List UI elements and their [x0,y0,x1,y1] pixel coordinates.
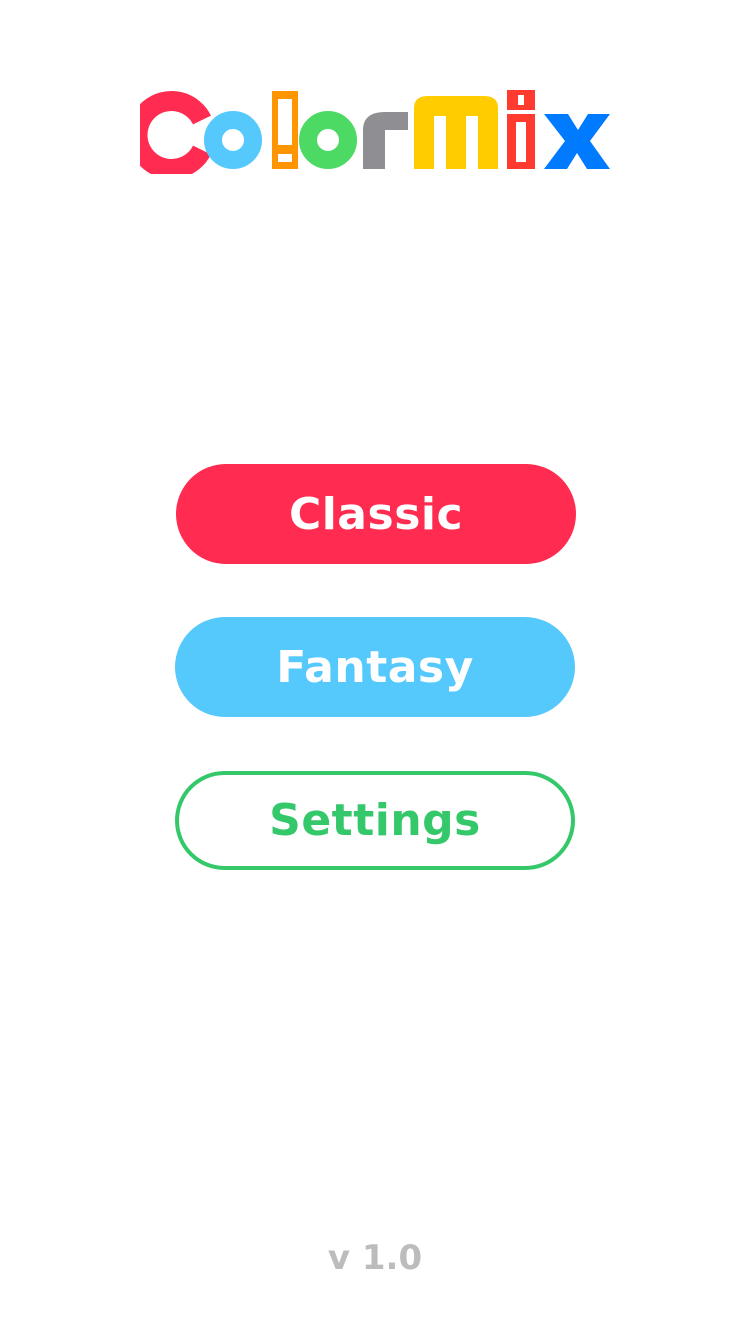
fantasy-button-label: Fantasy [276,641,474,693]
settings-button-label: Settings [269,795,481,846]
settings-button[interactable]: Settings [175,771,575,870]
app-logo [140,86,612,174]
classic-button[interactable]: Classic [176,464,576,564]
version-label: v 1.0 [327,1238,423,1278]
classic-button-label: Classic [288,488,464,540]
fantasy-button[interactable]: Fantasy [175,617,575,717]
